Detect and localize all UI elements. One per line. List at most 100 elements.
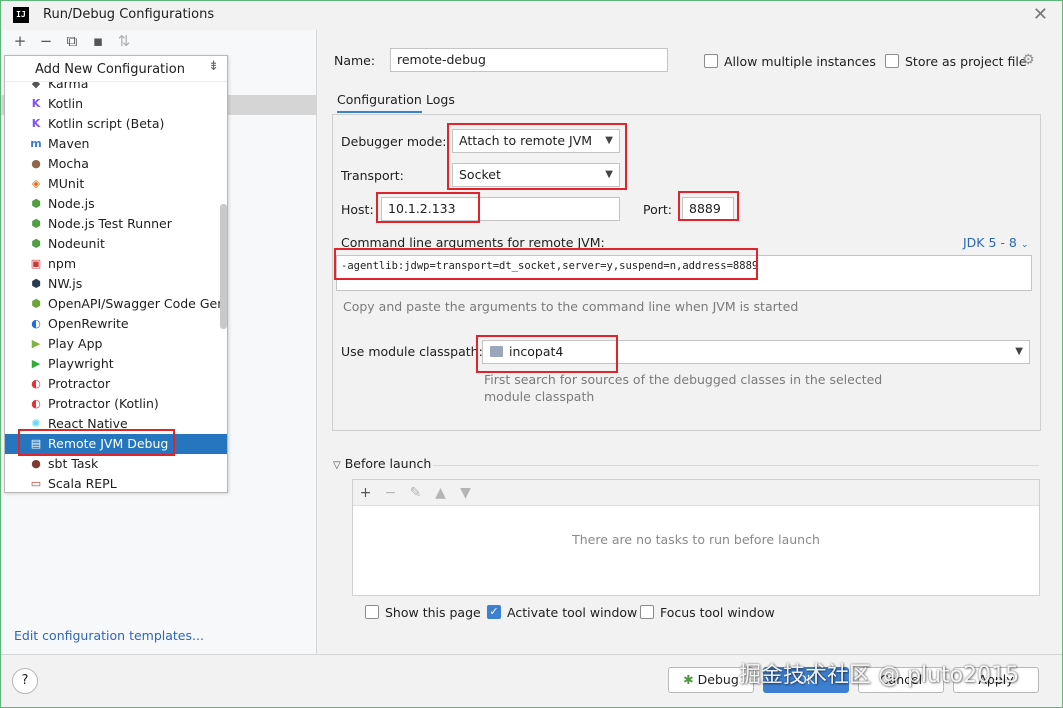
minus-icon[interactable]: − bbox=[33, 32, 59, 54]
help-button[interactable]: ? bbox=[12, 668, 38, 694]
config-type-item[interactable]: ◐ Protractor bbox=[5, 374, 227, 394]
config-type-item[interactable]: ✺ React Native bbox=[5, 414, 227, 434]
sort-icon[interactable]: ⇅ bbox=[111, 32, 137, 54]
before-launch-panel: + − ✎ ▲ ▼ There are no tasks to run before l… bbox=[352, 479, 1040, 596]
debugger-mode-value: Attach to remote JVM bbox=[459, 133, 593, 148]
config-type-label: Protractor (Kotlin) bbox=[48, 396, 159, 411]
section-separator bbox=[433, 465, 1039, 466]
maven-icon: m bbox=[30, 137, 42, 150]
bug-icon: ✱ bbox=[683, 672, 694, 687]
kotlin-icon: K bbox=[31, 97, 41, 110]
sort-alpha-icon[interactable]: ⇟ bbox=[208, 59, 219, 74]
arrow-down-icon[interactable]: ▼ bbox=[453, 480, 478, 506]
config-type-label: Play App bbox=[48, 336, 103, 351]
config-type-label: OpenRewrite bbox=[48, 316, 129, 331]
allow-multiple-label: Allow multiple instances bbox=[724, 54, 876, 69]
close-icon[interactable]: ✕ bbox=[1033, 4, 1048, 25]
before-launch-toolbar: + − ✎ ▲ ▼ bbox=[353, 480, 1039, 506]
config-type-item[interactable]: ▶ Playwright bbox=[5, 354, 227, 374]
debugger-mode-label: Debugger mode: bbox=[341, 134, 447, 149]
config-type-label: Playwright bbox=[48, 356, 114, 371]
transport-label: Transport: bbox=[341, 168, 404, 183]
plus-icon[interactable]: + bbox=[7, 32, 33, 54]
openrewrite-icon: ◐ bbox=[31, 317, 41, 330]
debugger-mode-select[interactable]: Attach to remote JVM ▼ bbox=[452, 129, 620, 153]
activate-tool-checkbox[interactable]: ✓ bbox=[487, 605, 501, 619]
config-type-item[interactable]: ⬢ NW.js bbox=[5, 274, 227, 294]
config-type-label: Kotlin bbox=[48, 96, 83, 111]
tab-logs[interactable]: Logs bbox=[426, 89, 455, 113]
openapi-icon: ⬢ bbox=[31, 297, 41, 310]
transport-select[interactable]: Socket ▼ bbox=[452, 163, 620, 187]
sbt-icon: ● bbox=[31, 457, 41, 470]
activate-tool-label: Activate tool window bbox=[507, 605, 638, 620]
npm-icon: ▣ bbox=[30, 257, 42, 270]
cmdline-textarea[interactable]: -agentlib:jdwp=transport=dt_socket,serve… bbox=[336, 255, 1032, 291]
config-type-item[interactable]: ▤ Remote JVM Debug bbox=[5, 434, 227, 454]
config-type-item[interactable]: ▭ Scala REPL bbox=[5, 474, 227, 492]
cmdline-hint: Copy and paste the arguments to the comm… bbox=[343, 299, 799, 314]
config-type-item[interactable]: ● Mocha bbox=[5, 154, 227, 174]
config-type-item[interactable]: ⬢ Node.js Test Runner bbox=[5, 214, 227, 234]
store-as-file-checkbox[interactable] bbox=[885, 54, 899, 68]
before-launch-title: Before launch bbox=[344, 456, 432, 471]
host-input[interactable]: 10.1.2.133 bbox=[381, 197, 620, 221]
configuration-type-list: ◆ Karma K Kotlin K Kotlin script (Beta) m Maven… bbox=[5, 74, 227, 492]
cmdline-label: Command line arguments for remote JVM: bbox=[341, 235, 605, 250]
config-type-label: OpenAPI/Swagger Code Generator bbox=[48, 296, 227, 311]
config-type-item[interactable]: ⬢ OpenAPI/Swagger Code Generator bbox=[5, 294, 227, 314]
focus-tool-checkbox[interactable] bbox=[640, 605, 654, 619]
popup-scrollbar[interactable] bbox=[220, 204, 227, 329]
port-input[interactable]: 8889 bbox=[682, 197, 734, 221]
before-launch-section[interactable]: ▽ Before launch bbox=[333, 456, 431, 471]
config-type-label: React Native bbox=[48, 416, 128, 431]
chevron-down-icon: ▼ bbox=[605, 169, 613, 180]
show-page-checkbox[interactable] bbox=[365, 605, 379, 619]
popup-header: Add New Configuration ⇟ bbox=[5, 56, 227, 82]
tab-configuration[interactable]: Configuration bbox=[337, 89, 422, 113]
debug-button-label: Debug bbox=[697, 672, 739, 687]
react-icon: ✺ bbox=[31, 417, 41, 430]
minus-icon[interactable]: − bbox=[378, 480, 403, 506]
config-type-item[interactable]: ◐ Protractor (Kotlin) bbox=[5, 394, 227, 414]
remote-debug-icon: ▤ bbox=[30, 437, 42, 450]
module-hint-line1: First search for sources of the debugged… bbox=[484, 372, 883, 387]
store-as-file-label: Store as project file bbox=[905, 54, 1027, 69]
config-type-item[interactable]: ⬢ Node.js bbox=[5, 194, 227, 214]
plus-icon[interactable]: + bbox=[353, 480, 378, 506]
folder-icon[interactable]: ▪ bbox=[85, 32, 111, 54]
module-folder-icon bbox=[490, 346, 503, 357]
arrow-up-icon[interactable]: ▲ bbox=[428, 480, 453, 506]
config-type-label: Kotlin script (Beta) bbox=[48, 116, 165, 131]
kotlin-script-icon: K bbox=[31, 117, 41, 130]
popup-title: Add New Configuration bbox=[35, 62, 185, 77]
config-type-item[interactable]: K Kotlin script (Beta) bbox=[5, 114, 227, 134]
nodejs-test-icon: ⬢ bbox=[31, 217, 41, 230]
tree-toolbar: + − ⧉ ▪ ⇅ bbox=[7, 32, 137, 54]
config-type-item[interactable]: ◈ MUnit bbox=[5, 174, 227, 194]
config-type-label: Protractor bbox=[48, 376, 111, 391]
mocha-icon: ● bbox=[31, 157, 41, 170]
config-type-item[interactable]: ▶ Play App bbox=[5, 334, 227, 354]
module-classpath-label: Use module classpath: bbox=[341, 344, 483, 359]
show-page-label: Show this page bbox=[385, 605, 481, 620]
config-type-item[interactable]: ● sbt Task bbox=[5, 454, 227, 474]
edit-templates-link[interactable]: Edit configuration templates... bbox=[14, 628, 204, 643]
config-type-item[interactable]: m Maven bbox=[5, 134, 227, 154]
config-type-label: MUnit bbox=[48, 176, 85, 191]
copy-icon[interactable]: ⧉ bbox=[59, 32, 85, 54]
module-classpath-select[interactable]: incopat4 ▼ bbox=[482, 340, 1030, 364]
config-type-label: Remote JVM Debug bbox=[48, 436, 169, 451]
pencil-icon[interactable]: ✎ bbox=[403, 480, 428, 506]
name-input[interactable]: remote-debug bbox=[390, 48, 668, 72]
gear-icon[interactable]: ⚙ bbox=[1022, 52, 1035, 68]
transport-value: Socket bbox=[459, 167, 501, 182]
config-type-item[interactable]: ⬢ Nodeunit bbox=[5, 234, 227, 254]
config-type-item[interactable]: ▣ npm bbox=[5, 254, 227, 274]
nodeunit-icon: ⬢ bbox=[31, 237, 41, 250]
config-type-item[interactable]: K Kotlin bbox=[5, 94, 227, 114]
empty-tasks-text: There are no tasks to run before launch bbox=[572, 532, 820, 547]
allow-multiple-checkbox[interactable] bbox=[704, 54, 718, 68]
jdk-version-select[interactable]: JDK 5 - 8 ⌄ bbox=[963, 235, 1028, 250]
config-type-item[interactable]: ◐ OpenRewrite bbox=[5, 314, 227, 334]
